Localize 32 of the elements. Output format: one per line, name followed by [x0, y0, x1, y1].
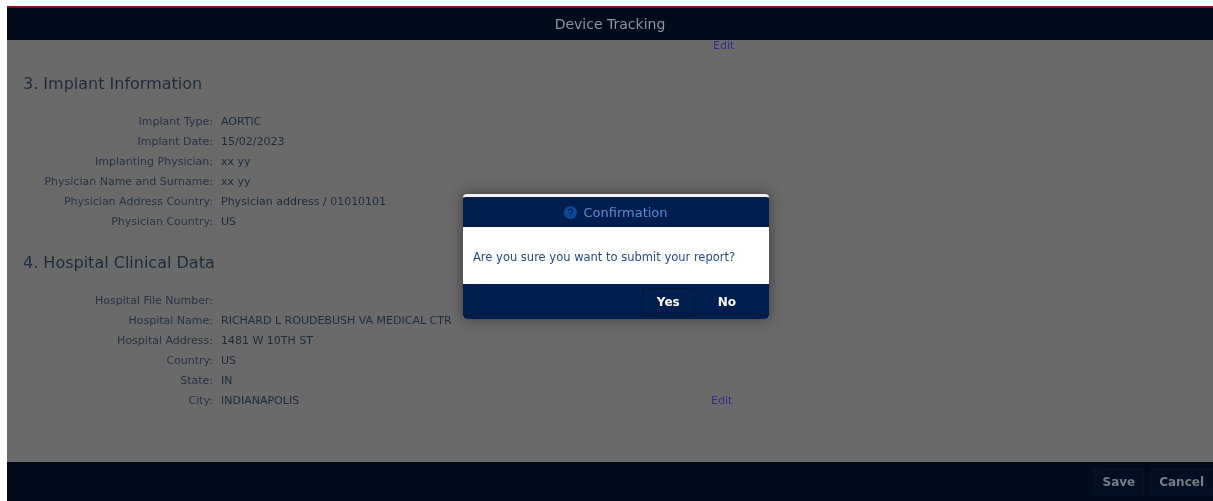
field-value: AORTIC: [221, 114, 263, 128]
field-value: US: [221, 353, 238, 367]
help-icon: [564, 205, 578, 219]
field-label: Implant Type:: [137, 114, 213, 128]
field-label: City:: [187, 393, 213, 407]
dialog-title: Confirmation: [583, 204, 668, 220]
field-value: Physician address / 01010101: [221, 194, 388, 208]
field-label: Physician Address Country:: [62, 194, 213, 208]
field-value: 15/02/2023: [221, 134, 286, 148]
save-button[interactable]: Save: [1093, 467, 1145, 496]
field-label: Hospital Name:: [127, 313, 213, 327]
field-label: State:: [179, 373, 213, 387]
cancel-button[interactable]: Cancel: [1150, 467, 1213, 496]
yes-button[interactable]: Yes: [641, 287, 695, 316]
field-value: INDIANAPOLIS: [221, 393, 301, 407]
field-label: Physician Name and Surname:: [43, 174, 213, 188]
field-value: xx yy: [221, 174, 252, 188]
section-title: 4. Hospital Clinical Data: [23, 253, 215, 272]
field-label: Implanting Physician:: [94, 154, 213, 168]
header-title: Device Tracking: [554, 16, 666, 32]
field-value: IN: [221, 373, 234, 387]
dialog-message: Are you sure you want to submit your report?: [473, 250, 736, 264]
field-value: RICHARD L ROUDEBUSH VA MEDICAL CTR: [221, 313, 453, 327]
field-value: xx yy: [221, 154, 252, 168]
section-title: 3. Implant Information: [23, 74, 203, 93]
field-label: Implant Date:: [136, 134, 213, 148]
field-label: Hospital Address:: [116, 333, 213, 347]
field-label: Hospital File Number:: [94, 293, 213, 307]
field-value: 1481 W 10TH ST: [221, 333, 315, 347]
field-value: US: [221, 214, 238, 228]
field-label: Physician Country:: [110, 214, 213, 228]
field-label: Country:: [165, 353, 213, 367]
